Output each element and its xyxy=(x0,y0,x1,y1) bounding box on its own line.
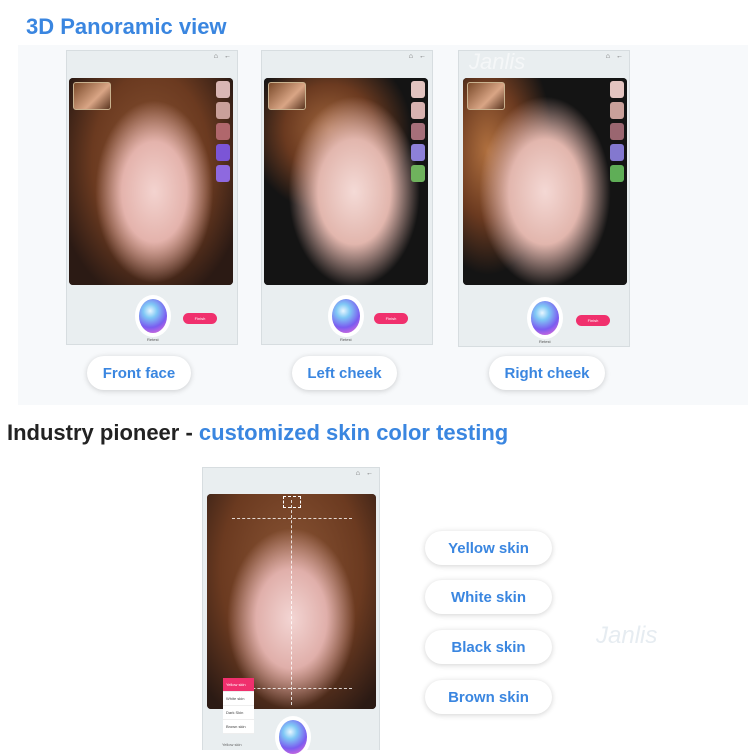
tablet-topbar: ⌂ ← xyxy=(208,53,231,60)
finish-button[interactable]: Finish xyxy=(374,313,408,324)
home-icon[interactable]: ⌂ xyxy=(356,470,360,477)
orb-label: Retest xyxy=(539,339,551,344)
section-title-skin: Industry pioneer - customized skin color… xyxy=(7,420,508,446)
home-icon[interactable]: ⌂ xyxy=(409,53,413,60)
skin-type-menu[interactable]: Yellow skin White skin Dark Skin Brown s… xyxy=(223,678,254,734)
home-icon[interactable]: ⌂ xyxy=(606,53,610,60)
skin-menu-item[interactable]: Dark Skin xyxy=(223,706,254,720)
watermark: Janlis xyxy=(469,49,526,74)
skin-option-white[interactable]: White skin xyxy=(425,580,552,614)
title-highlight: customized skin color testing xyxy=(198,420,509,445)
filter-thumbnails[interactable] xyxy=(216,81,230,186)
finish-button[interactable]: Finish xyxy=(183,313,217,324)
scan-orb[interactable] xyxy=(139,299,167,333)
camera-screen xyxy=(264,78,428,285)
captured-thumbnail[interactable] xyxy=(73,82,111,110)
home-icon[interactable]: ⌂ xyxy=(214,53,218,60)
view-label-right-cheek[interactable]: Right cheek xyxy=(489,356,605,390)
skin-option-black[interactable]: Black skin xyxy=(425,630,552,664)
tablet-right-cheek: ⌂ ← Retest Finish Janlis xyxy=(458,49,630,347)
scan-orb[interactable] xyxy=(332,299,360,333)
watermark: Janlis xyxy=(596,622,658,649)
captured-thumbnail[interactable] xyxy=(268,82,306,110)
orb-label: Retest xyxy=(147,337,159,342)
back-icon[interactable]: ← xyxy=(366,470,373,477)
view-label-left-cheek[interactable]: Left cheek xyxy=(292,356,397,390)
face-alignment-box xyxy=(283,496,301,508)
orb-label: Retest xyxy=(340,337,352,342)
scan-orb[interactable] xyxy=(531,301,559,335)
view-label-front-face[interactable]: Front face xyxy=(87,356,191,390)
finish-button[interactable]: Finish xyxy=(576,315,610,326)
skin-option-yellow[interactable]: Yellow skin xyxy=(425,531,552,565)
section-title-panoramic: 3D Panoramic view xyxy=(26,14,227,39)
filter-thumbnails[interactable] xyxy=(411,81,425,186)
tablet-topbar: ⌂ ← xyxy=(350,470,373,477)
filter-thumbnails[interactable] xyxy=(610,81,624,186)
skin-option-brown[interactable]: Brown skin xyxy=(425,680,552,714)
captured-thumbnail[interactable] xyxy=(467,82,505,110)
camera-screen xyxy=(463,78,627,285)
title-prefix: Industry pioneer - xyxy=(7,420,199,445)
back-icon[interactable]: ← xyxy=(616,53,623,60)
tablet-front-face: ⌂ ← Retest Finish xyxy=(66,50,238,345)
skin-selector[interactable]: Yellow skin xyxy=(222,742,242,747)
skin-menu-item[interactable]: Brown skin xyxy=(223,720,254,734)
alignment-guide-vertical xyxy=(291,500,292,705)
tablet-topbar: ⌂ ← xyxy=(403,53,426,60)
tablet-left-cheek: ⌂ ← Retest Finish xyxy=(261,50,433,345)
scan-orb[interactable] xyxy=(279,720,307,754)
alignment-guide-top xyxy=(232,518,352,519)
back-icon[interactable]: ← xyxy=(419,53,426,60)
skin-menu-item[interactable]: Yellow skin xyxy=(223,678,254,692)
back-icon[interactable]: ← xyxy=(224,53,231,60)
tablet-topbar: ⌂ ← xyxy=(600,53,623,60)
skin-menu-item[interactable]: White skin xyxy=(223,692,254,706)
camera-screen xyxy=(69,78,233,285)
